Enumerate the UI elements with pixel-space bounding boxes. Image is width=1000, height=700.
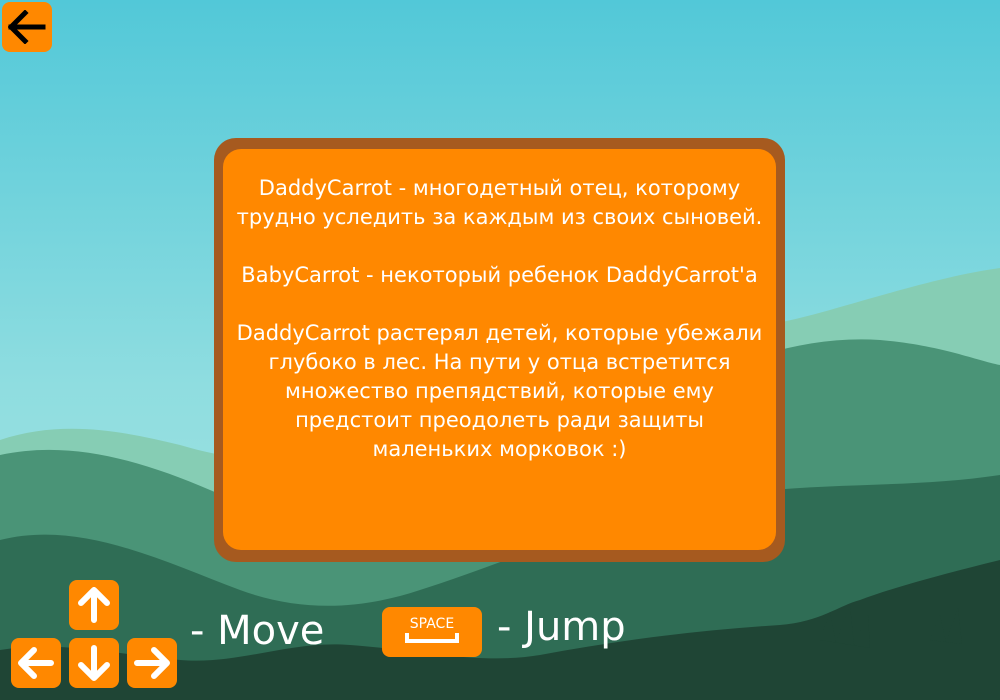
arrow-left-icon [18, 647, 54, 679]
spacebar-icon [405, 633, 459, 643]
story-paragraph-plot: DaddyCarrot растерял детей, которые убеж… [236, 321, 763, 461]
back-button[interactable] [2, 2, 52, 52]
down-key [69, 638, 119, 688]
arrow-up-icon [78, 587, 110, 623]
arrow-right-icon [134, 647, 170, 679]
story-paragraph-daddy: DaddyCarrot - многодетный отец, которому… [236, 176, 763, 229]
story-panel: DaddyCarrot - многодетный отец, которому… [214, 138, 785, 562]
move-legend: - Move [190, 608, 325, 654]
arrow-down-icon [78, 645, 110, 681]
story-paragraph-baby: BabyCarrot - некоторый ребенок DaddyCarr… [241, 263, 758, 287]
arrow-left-icon [8, 10, 46, 44]
space-key: SPACE [382, 607, 482, 657]
story-panel-content: DaddyCarrot - многодетный отец, которому… [223, 149, 776, 550]
left-key [11, 638, 61, 688]
up-key [69, 580, 119, 630]
right-key [127, 638, 177, 688]
space-key-label: SPACE [409, 616, 455, 632]
jump-legend: - Jump [497, 604, 626, 650]
